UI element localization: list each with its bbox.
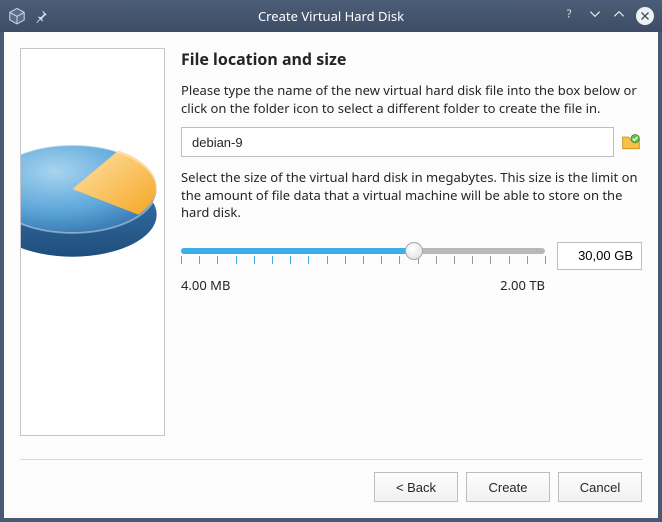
file-description: Please type the name of the new virtual … <box>181 82 642 117</box>
window-title: Create Virtual Hard Disk <box>0 7 662 25</box>
create-button[interactable]: Create <box>466 472 550 502</box>
close-icon[interactable] <box>636 7 654 25</box>
titlebar: Create Virtual Hard Disk ? <box>0 0 662 32</box>
size-input[interactable] <box>557 242 642 270</box>
back-button[interactable]: < Back <box>374 472 458 502</box>
svg-text:?: ? <box>567 8 572 22</box>
pin-icon[interactable] <box>34 9 48 23</box>
browse-folder-button[interactable] <box>620 131 642 153</box>
wizard-illustration <box>20 48 165 436</box>
app-icon <box>8 7 26 25</box>
maximize-icon[interactable] <box>612 7 626 25</box>
size-min-label: 4.00 MB <box>181 276 230 294</box>
minimize-icon[interactable] <box>588 7 602 25</box>
file-location-input[interactable] <box>181 127 614 157</box>
cancel-button[interactable]: Cancel <box>558 472 642 502</box>
page-title: File location and size <box>181 48 642 70</box>
size-description: Select the size of the virtual hard disk… <box>181 169 642 222</box>
footer-separator <box>20 459 642 460</box>
size-max-label: 2.00 TB <box>500 276 545 294</box>
help-icon[interactable]: ? <box>564 7 578 25</box>
size-slider[interactable] <box>181 244 545 268</box>
